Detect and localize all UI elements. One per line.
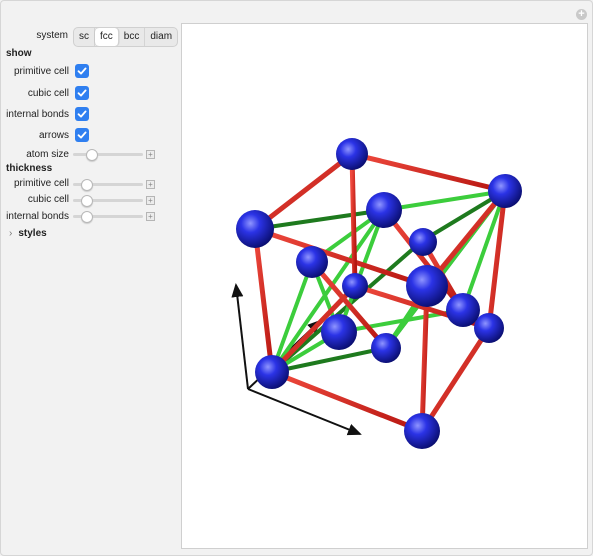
thickness-cubic-cell-label: cubic cell — [27, 194, 69, 205]
atom — [474, 313, 504, 343]
checkmark-icon — [77, 110, 87, 118]
bond — [349, 151, 508, 194]
show-heading: show — [6, 48, 32, 59]
bond — [269, 369, 425, 434]
cubic-cell-checkbox[interactable] — [75, 86, 89, 100]
system-label: system — [36, 30, 68, 41]
atom — [366, 192, 402, 228]
slider-track — [73, 153, 143, 156]
atom-size-label: atom size — [26, 149, 69, 160]
styles-label: styles — [18, 228, 47, 239]
system-option-diam[interactable]: diam — [145, 28, 177, 46]
crystal-3d-view[interactable] — [181, 23, 588, 549]
atom — [406, 265, 448, 307]
primitive-cell-label: primitive cell — [13, 66, 69, 77]
atom — [446, 293, 480, 327]
thickness-cubic-cell-slider[interactable] — [73, 195, 143, 207]
axis-arrow-right — [247, 388, 362, 436]
atom — [404, 413, 440, 449]
internal-bonds-label: internal bonds — [6, 109, 69, 120]
atom-size-slider[interactable] — [73, 149, 143, 161]
checkmark-icon — [77, 131, 87, 139]
atom — [371, 333, 401, 363]
system-selector[interactable]: sc fcc bcc diam — [73, 27, 179, 47]
thickness-primitive-cell-label: primitive cell — [13, 178, 69, 189]
slider-thumb[interactable] — [81, 179, 93, 191]
system-option-fcc[interactable]: fcc — [95, 28, 119, 46]
thickness-primitive-cell-slider[interactable] — [73, 179, 143, 191]
checkmark-icon — [77, 67, 87, 75]
atom — [296, 246, 328, 278]
atom — [321, 314, 357, 350]
system-option-sc[interactable]: sc — [74, 28, 95, 46]
slider-thumb[interactable] — [81, 211, 93, 223]
bond — [349, 151, 358, 289]
styles-toggle[interactable]: › styles — [9, 228, 47, 239]
axis-arrows — [231, 283, 362, 436]
internal-bonds-checkbox[interactable] — [75, 107, 89, 121]
checkmark-icon — [77, 89, 87, 97]
primitive-cell-checkbox[interactable] — [75, 64, 89, 78]
thickness-internal-bonds-slider[interactable] — [73, 211, 143, 223]
cubic-cell-label: cubic cell — [27, 88, 69, 99]
atom — [342, 273, 368, 299]
atom — [488, 174, 522, 208]
thickness-heading: thickness — [6, 163, 53, 174]
atom-size-expand-icon[interactable]: + — [146, 150, 155, 159]
crystal-graphic[interactable] — [182, 24, 587, 548]
atom — [336, 138, 368, 170]
slider-thumb[interactable] — [86, 149, 98, 161]
atom — [409, 228, 437, 256]
thickness-internal-bonds-expand-icon[interactable]: + — [146, 212, 155, 221]
system-option-bcc[interactable]: bcc — [119, 28, 146, 46]
thickness-primitive-cell-expand-icon[interactable]: + — [146, 180, 155, 189]
chevron-right-icon: › — [9, 228, 13, 239]
axis-arrow-up — [231, 283, 249, 390]
bond — [252, 226, 275, 375]
thickness-internal-bonds-label: internal bonds — [6, 211, 69, 222]
slider-thumb[interactable] — [81, 195, 93, 207]
bond — [419, 325, 492, 434]
atom — [255, 355, 289, 389]
thickness-cubic-cell-expand-icon[interactable]: + — [146, 196, 155, 205]
atom — [236, 210, 274, 248]
expand-plus-icon[interactable]: + — [576, 9, 587, 20]
arrows-label: arrows — [38, 130, 69, 141]
arrows-checkbox[interactable] — [75, 128, 89, 142]
